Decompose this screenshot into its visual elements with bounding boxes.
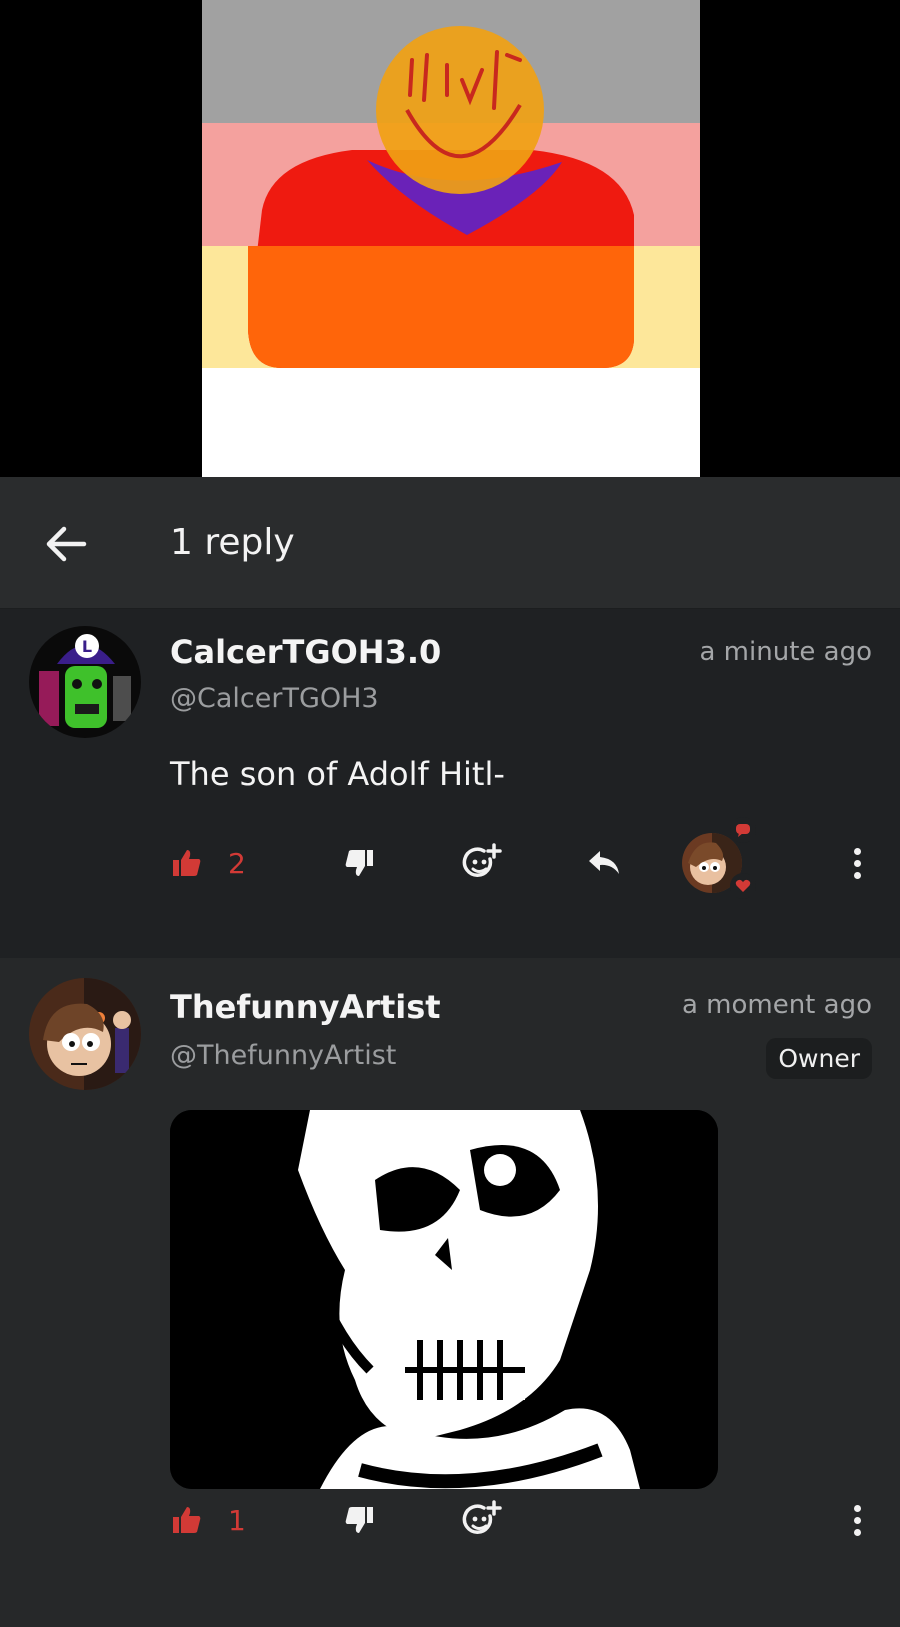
reaction-avatar[interactable]: [682, 817, 756, 899]
reply-image[interactable]: [170, 1110, 718, 1489]
back-button[interactable]: [38, 519, 94, 569]
more-options-button[interactable]: [842, 843, 872, 883]
avatar[interactable]: [29, 978, 141, 1090]
like-count: 1: [228, 1503, 246, 1537]
post-image[interactable]: [202, 0, 700, 477]
thread-header: 1 reply: [0, 477, 900, 609]
post-media-area: [0, 0, 900, 477]
thumbs-down-icon: [345, 1507, 373, 1533]
thumbs-up-icon: [173, 850, 201, 876]
more-vertical-icon: [853, 1504, 861, 1512]
page-title: 1 reply: [170, 522, 295, 563]
comment-handle: @ThefunnyArtist: [170, 1040, 397, 1071]
add-reaction-button[interactable]: [462, 1490, 502, 1550]
more-vertical-icon: [853, 1528, 861, 1536]
add-reaction-button[interactable]: [462, 833, 502, 893]
comment-timestamp: a minute ago: [699, 637, 872, 667]
arrow-left-icon: [46, 526, 87, 562]
more-vertical-icon: [853, 871, 861, 879]
like-button[interactable]: 1: [172, 1490, 246, 1550]
heart-icon: [730, 873, 756, 899]
thumbs-up-icon: [173, 1507, 201, 1533]
thumbs-down-icon: [345, 850, 373, 876]
reply-arrow-icon: [589, 851, 619, 874]
avatar[interactable]: L: [29, 626, 141, 738]
more-vertical-icon: [853, 847, 861, 855]
dislike-button[interactable]: [344, 833, 374, 893]
add-emoji-icon: [462, 1500, 502, 1534]
comment-handle: @CalcerTGOH3: [170, 683, 379, 714]
comment-actions: 2: [0, 817, 900, 899]
comment-username[interactable]: ThefunnyArtist: [170, 988, 441, 1026]
reply-button[interactable]: [586, 833, 622, 893]
comment-username[interactable]: CalcerTGOH3.0: [170, 633, 441, 671]
comment-actions: 1: [0, 1490, 900, 1550]
like-count: 2: [228, 846, 246, 880]
add-emoji-icon: [462, 843, 502, 877]
comment-bubble-icon: [730, 817, 756, 843]
comment-timestamp: a moment ago: [681, 990, 872, 1020]
svg-text:L: L: [82, 637, 92, 656]
like-button[interactable]: 2: [172, 833, 246, 893]
comment-text: The son of Adolf Hitl-: [170, 755, 505, 793]
owner-badge: Owner: [766, 1038, 872, 1079]
more-options-button[interactable]: [842, 1500, 872, 1540]
dislike-button[interactable]: [344, 1490, 374, 1550]
more-vertical-icon: [853, 859, 861, 867]
parent-comment: L CalcerTGOH3.0 @CalcerTGOH3 a minute ag…: [0, 609, 900, 958]
reply-comment: ThefunnyArtist @ThefunnyArtist a moment …: [0, 958, 900, 1627]
more-vertical-icon: [853, 1516, 861, 1524]
